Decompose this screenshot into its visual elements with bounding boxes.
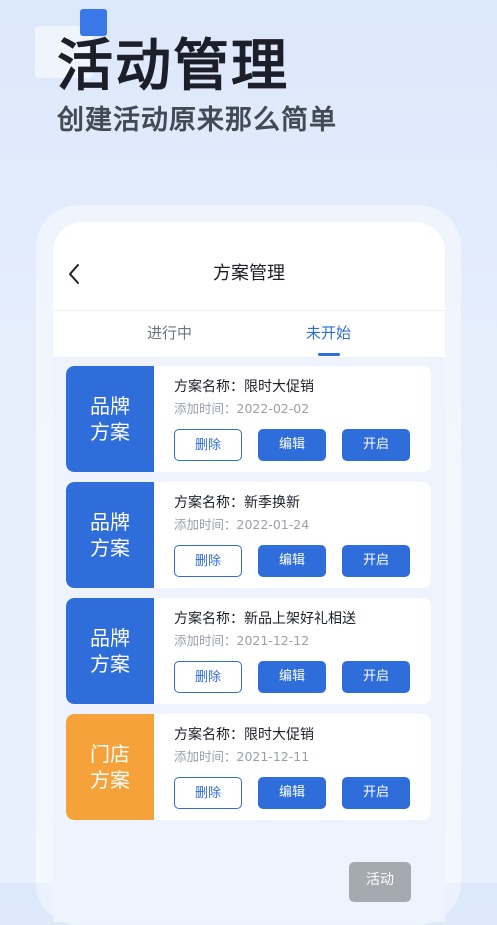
plan-type-tag: 门店 方案	[66, 714, 154, 820]
delete-button[interactable]: 删除	[174, 777, 242, 809]
edit-button[interactable]: 编辑	[258, 777, 326, 809]
plan-type-tag: 品牌 方案	[66, 598, 154, 704]
plan-card: 门店 方案 方案名称：限时大促销 添加时间：2021-12-11 删除 编辑 开…	[66, 714, 431, 820]
tab-bar: 进行中 未开始	[53, 310, 445, 357]
plan-type-line2: 方案	[90, 536, 130, 560]
delete-button[interactable]: 删除	[174, 661, 242, 693]
edit-button[interactable]: 编辑	[258, 545, 326, 577]
nav-bar: 方案管理	[53, 222, 445, 310]
plan-type-line1: 品牌	[90, 510, 130, 534]
plan-added-time: 添加时间：2022-01-24	[174, 517, 310, 532]
plan-list: 品牌 方案 方案名称：限时大促销 添加时间：2022-02-02 删除 编辑 开…	[66, 366, 431, 830]
plan-type-line1: 品牌	[90, 626, 130, 650]
plan-type-tag: 品牌 方案	[66, 366, 154, 472]
start-button[interactable]: 开启	[342, 777, 410, 809]
edit-button[interactable]: 编辑	[258, 661, 326, 693]
start-button[interactable]: 开启	[342, 429, 410, 461]
app-screen: 方案管理 进行中 未开始 品牌 方案 方案名称：限时大促销 添加时间：2022-…	[53, 222, 445, 922]
plan-type-line2: 方案	[90, 420, 130, 444]
plan-type-tag: 品牌 方案	[66, 482, 154, 588]
edit-button[interactable]: 编辑	[258, 429, 326, 461]
plan-added-time: 添加时间：2021-12-12	[174, 633, 310, 648]
delete-button[interactable]: 删除	[174, 429, 242, 461]
plan-name: 方案名称：新品上架好礼相送	[174, 611, 356, 627]
plan-card: 品牌 方案 方案名称：新品上架好礼相送 添加时间：2021-12-12 删除 编…	[66, 598, 431, 704]
hero-subtitle: 创建活动原来那么简单	[57, 105, 337, 136]
plan-type-line2: 方案	[90, 768, 130, 792]
activity-button[interactable]: 活动	[349, 862, 411, 902]
plan-added-time: 添加时间：2022-02-02	[174, 401, 310, 416]
start-button[interactable]: 开启	[342, 545, 410, 577]
plan-type-line1: 门店	[90, 742, 130, 766]
plan-name: 方案名称：限时大促销	[174, 727, 314, 743]
start-button[interactable]: 开启	[342, 661, 410, 693]
delete-button[interactable]: 删除	[174, 545, 242, 577]
active-tab-indicator	[318, 353, 340, 356]
hero-title: 活动管理	[57, 33, 289, 99]
page-title: 方案管理	[213, 263, 285, 284]
plan-name: 方案名称：限时大促销	[174, 379, 314, 395]
tab-not-started[interactable]: 未开始	[306, 323, 351, 343]
tab-in-progress[interactable]: 进行中	[147, 323, 192, 343]
plan-card: 品牌 方案 方案名称：新季换新 添加时间：2022-01-24 删除 编辑 开启	[66, 482, 431, 588]
plan-type-line2: 方案	[90, 652, 130, 676]
plan-added-time: 添加时间：2021-12-11	[174, 749, 310, 764]
plan-type-line1: 品牌	[90, 394, 130, 418]
plan-name: 方案名称：新季换新	[174, 495, 300, 511]
plan-card: 品牌 方案 方案名称：限时大促销 添加时间：2022-02-02 删除 编辑 开…	[66, 366, 431, 472]
